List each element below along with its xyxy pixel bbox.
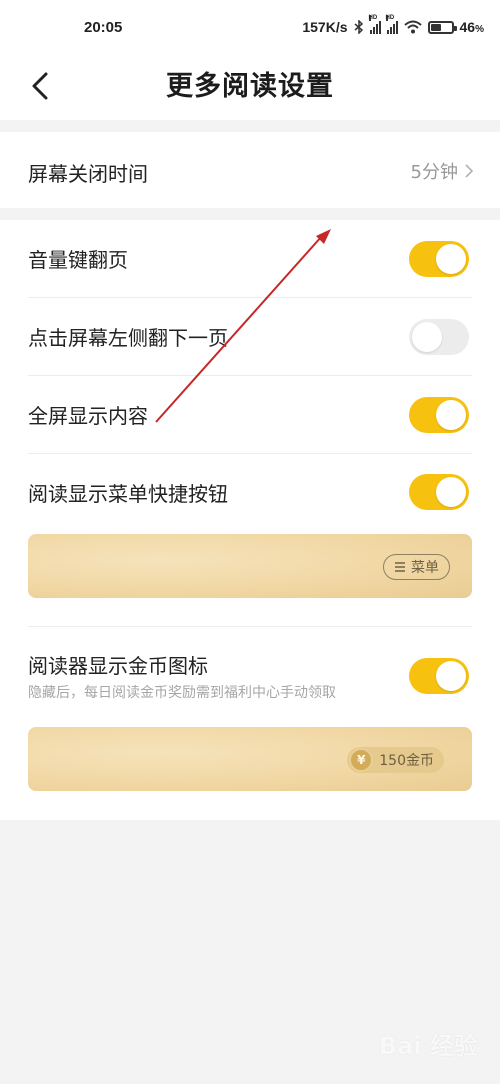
setting-description: 隐藏后，每日阅读金币奖励需到福利中心手动领取 <box>28 685 336 701</box>
coin-preview: ¥ 150金币 <box>28 727 472 791</box>
setting-label: 音量键翻页 <box>28 248 128 272</box>
menu-pill: 菜单 <box>383 554 450 580</box>
setting-label: 点击屏幕左侧翻下一页 <box>28 326 228 350</box>
screen-off-value-text: 5分钟 <box>410 162 458 183</box>
screen-off-card: 屏幕关闭时间 5分钟 <box>0 132 500 208</box>
menu-preview: 菜单 <box>28 534 472 598</box>
volume-page-toggle[interactable] <box>409 241 469 277</box>
coin-icon: ¥ <box>349 748 374 772</box>
battery-percent: 46% <box>459 19 484 35</box>
coin-pill-label: 150金币 <box>379 753 434 769</box>
status-bar: 20:05 157K/s HD HD 46% <box>0 0 500 56</box>
status-time: 20:05 <box>84 19 123 36</box>
wifi-icon <box>403 20 422 34</box>
signal-icon-1: HD <box>368 15 381 34</box>
chevron-right-icon <box>465 164 474 178</box>
nav-bar: 更多阅读设置 <box>0 56 500 120</box>
setting-label: 全屏显示内容 <box>28 404 148 428</box>
setting-row-menu-shortcut: 阅读显示菜单快捷按钮 <box>0 454 500 530</box>
reading-settings-card: 音量键翻页 点击屏幕左侧翻下一页 全屏显示内容 阅读显示菜单快捷按钮 菜单 阅读… <box>0 220 500 820</box>
bluetooth-icon <box>354 20 363 34</box>
setting-row-coin-icon: 阅读器显示金币图标 隐藏后，每日阅读金币奖励需到福利中心手动领取 <box>0 628 500 728</box>
setting-label: 阅读显示菜单快捷按钮 <box>28 482 228 506</box>
screen-off-value: 5分钟 <box>411 158 474 184</box>
menu-pill-label: 菜单 <box>411 560 439 576</box>
baidu-watermark: Bai 经验 <box>378 1032 478 1060</box>
divider <box>28 626 472 627</box>
coin-pill: ¥ 150金币 <box>347 747 444 773</box>
setting-row-volume-page: 音量键翻页 <box>0 220 500 298</box>
setting-row-fullscreen: 全屏显示内容 <box>0 376 500 454</box>
fullscreen-toggle[interactable] <box>409 397 469 433</box>
coin-icon-toggle[interactable] <box>409 658 469 694</box>
network-speed: 157K/s <box>302 19 348 35</box>
setting-label: 阅读器显示金币图标 <box>28 654 208 678</box>
menu-icon <box>395 562 405 572</box>
page-title: 更多阅读设置 <box>166 71 334 102</box>
status-icons: 157K/s HD HD 46% <box>302 15 484 37</box>
setting-row-tap-left: 点击屏幕左侧翻下一页 <box>0 298 500 376</box>
battery-icon <box>427 20 457 34</box>
screen-off-label: 屏幕关闭时间 <box>28 162 148 186</box>
signal-icon-2: HD <box>385 15 398 34</box>
menu-shortcut-toggle[interactable] <box>409 474 469 510</box>
tap-left-toggle[interactable] <box>409 319 469 355</box>
screen-off-row[interactable]: 屏幕关闭时间 5分钟 <box>0 132 500 208</box>
